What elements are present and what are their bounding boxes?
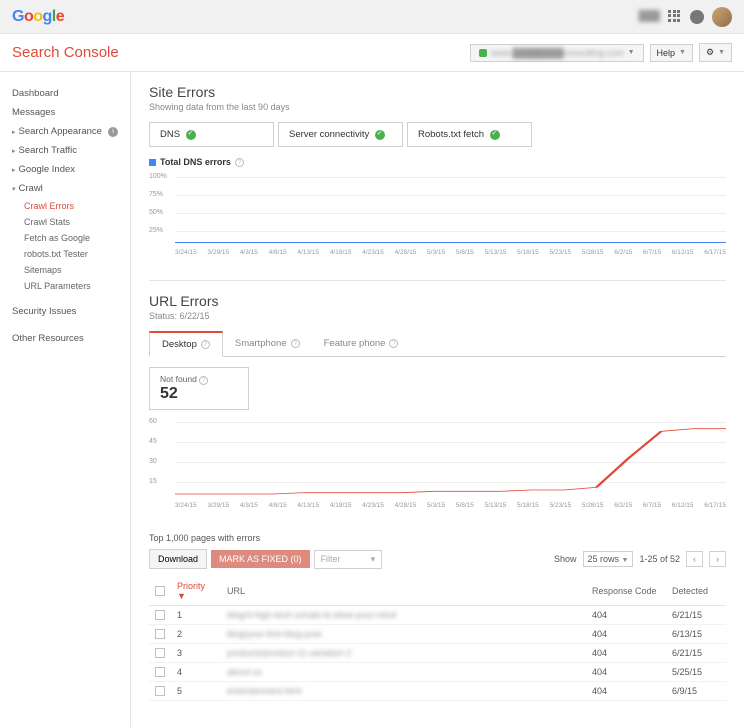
help-icon[interactable]: ? <box>235 158 244 167</box>
tab-dns[interactable]: DNS <box>149 122 274 147</box>
next-page-button[interactable]: › <box>709 551 726 567</box>
site-errors-title: Site Errors <box>149 84 726 100</box>
row-checkbox[interactable] <box>155 610 165 620</box>
sidebar-sub-fetch[interactable]: Fetch as Google <box>0 230 130 246</box>
table-row[interactable]: 3products/product-11-variation-24046/21/… <box>149 644 726 663</box>
settings-button[interactable]: ⚙▼ <box>699 43 732 62</box>
table-row[interactable]: 2blog/your-first-blog-post4046/13/15 <box>149 625 726 644</box>
help-icon[interactable]: ? <box>199 376 208 385</box>
app-title: Search Console <box>12 44 119 61</box>
row-checkbox[interactable] <box>155 648 165 658</box>
table-row[interactable]: 4about-us4045/25/15 <box>149 663 726 682</box>
sidebar-sub-robots[interactable]: robots.txt Tester <box>0 246 130 262</box>
url-errors-chart: 60 45 30 15 <box>149 418 726 498</box>
chart-xaxis: 3/24/153/29/154/3/154/8/154/13/154/18/15… <box>149 249 726 256</box>
apps-icon[interactable] <box>668 10 682 24</box>
site-errors-subtitle: Showing data from the last 90 days <box>149 102 726 112</box>
row-checkbox[interactable] <box>155 686 165 696</box>
table-row[interactable]: 1blog/4-high-tech-urinals-to-blow-your-m… <box>149 606 726 625</box>
help-button[interactable]: Help▼ <box>650 44 693 62</box>
sidebar-item-dashboard[interactable]: Dashboard <box>0 84 130 103</box>
check-icon <box>375 130 385 140</box>
col-url[interactable]: URL <box>221 577 586 606</box>
chart-legend: Total DNS errors? <box>149 157 726 167</box>
sidebar-item-messages[interactable]: Messages <box>0 103 130 122</box>
subtab-feature[interactable]: Feature phone? <box>312 331 411 356</box>
sidebar-sub-url-params[interactable]: URL Parameters <box>0 278 130 294</box>
row-checkbox[interactable] <box>155 629 165 639</box>
sidebar-item-security[interactable]: Security Issues <box>0 302 130 321</box>
url-errors-status: Status: 6/22/15 <box>149 311 726 321</box>
avatar[interactable] <box>712 7 732 27</box>
sidebar-item-search-traffic[interactable]: Search Traffic <box>0 141 130 160</box>
help-icon[interactable]: ? <box>291 339 300 348</box>
help-icon[interactable]: ? <box>201 340 210 349</box>
col-priority[interactable]: Priority ▼ <box>171 577 221 606</box>
rows-select[interactable]: 25 rows ▼ <box>583 551 634 567</box>
funnel-icon: ▾ <box>371 554 376 565</box>
sidebar-item-search-appearance[interactable]: Search Appearancei <box>0 122 130 141</box>
check-icon <box>186 130 196 140</box>
sidebar: Dashboard Messages Search Appearancei Se… <box>0 72 130 727</box>
help-icon[interactable]: ? <box>389 339 398 348</box>
site-selector[interactable]: www.████████consulting.com▼ <box>470 44 643 62</box>
chart2-xaxis: 3/24/153/29/154/3/154/8/154/13/154/18/15… <box>149 502 726 509</box>
dns-chart: 100% 75% 50% 25% <box>149 173 726 243</box>
sidebar-sub-crawl-stats[interactable]: Crawl Stats <box>0 214 130 230</box>
info-icon: i <box>108 127 118 137</box>
table-title: Top 1,000 pages with errors <box>149 533 726 543</box>
sidebar-item-other[interactable]: Other Resources <box>0 329 130 348</box>
select-all-checkbox[interactable] <box>155 586 165 596</box>
mark-fixed-button[interactable]: MARK AS FIXED (0) <box>211 550 310 568</box>
subtab-smartphone[interactable]: Smartphone? <box>223 331 312 356</box>
tab-robots[interactable]: Robots.txt fetch <box>407 122 532 147</box>
col-detected[interactable]: Detected <box>666 577 726 606</box>
subtab-desktop[interactable]: Desktop? <box>149 331 223 357</box>
table-row[interactable]: 5entertainment.html4046/9/15 <box>149 682 726 701</box>
gear-icon: ⚙ <box>706 47 714 58</box>
col-code[interactable]: Response Code <box>586 577 666 606</box>
sidebar-sub-crawl-errors[interactable]: Crawl Errors <box>0 198 130 214</box>
check-icon <box>490 130 500 140</box>
tab-server[interactable]: Server connectivity <box>278 122 403 147</box>
errors-table: Priority ▼ URL Response Code Detected 1b… <box>149 577 726 701</box>
sidebar-item-crawl[interactable]: Crawl <box>0 179 130 198</box>
account-email: ███ <box>639 11 660 22</box>
filter-input[interactable]: Filter▾ <box>314 550 383 569</box>
notifications-icon[interactable] <box>690 10 704 24</box>
row-checkbox[interactable] <box>155 667 165 677</box>
sidebar-item-google-index[interactable]: Google Index <box>0 160 130 179</box>
sidebar-sub-sitemaps[interactable]: Sitemaps <box>0 262 130 278</box>
url-errors-title: URL Errors <box>149 293 726 309</box>
download-button[interactable]: Download <box>149 549 207 569</box>
prev-page-button[interactable]: ‹ <box>686 551 703 567</box>
google-logo[interactable]: Google <box>12 8 64 26</box>
page-range: 1-25 of 52 <box>639 554 680 564</box>
not-found-box[interactable]: Not found ? 52 <box>149 367 249 410</box>
